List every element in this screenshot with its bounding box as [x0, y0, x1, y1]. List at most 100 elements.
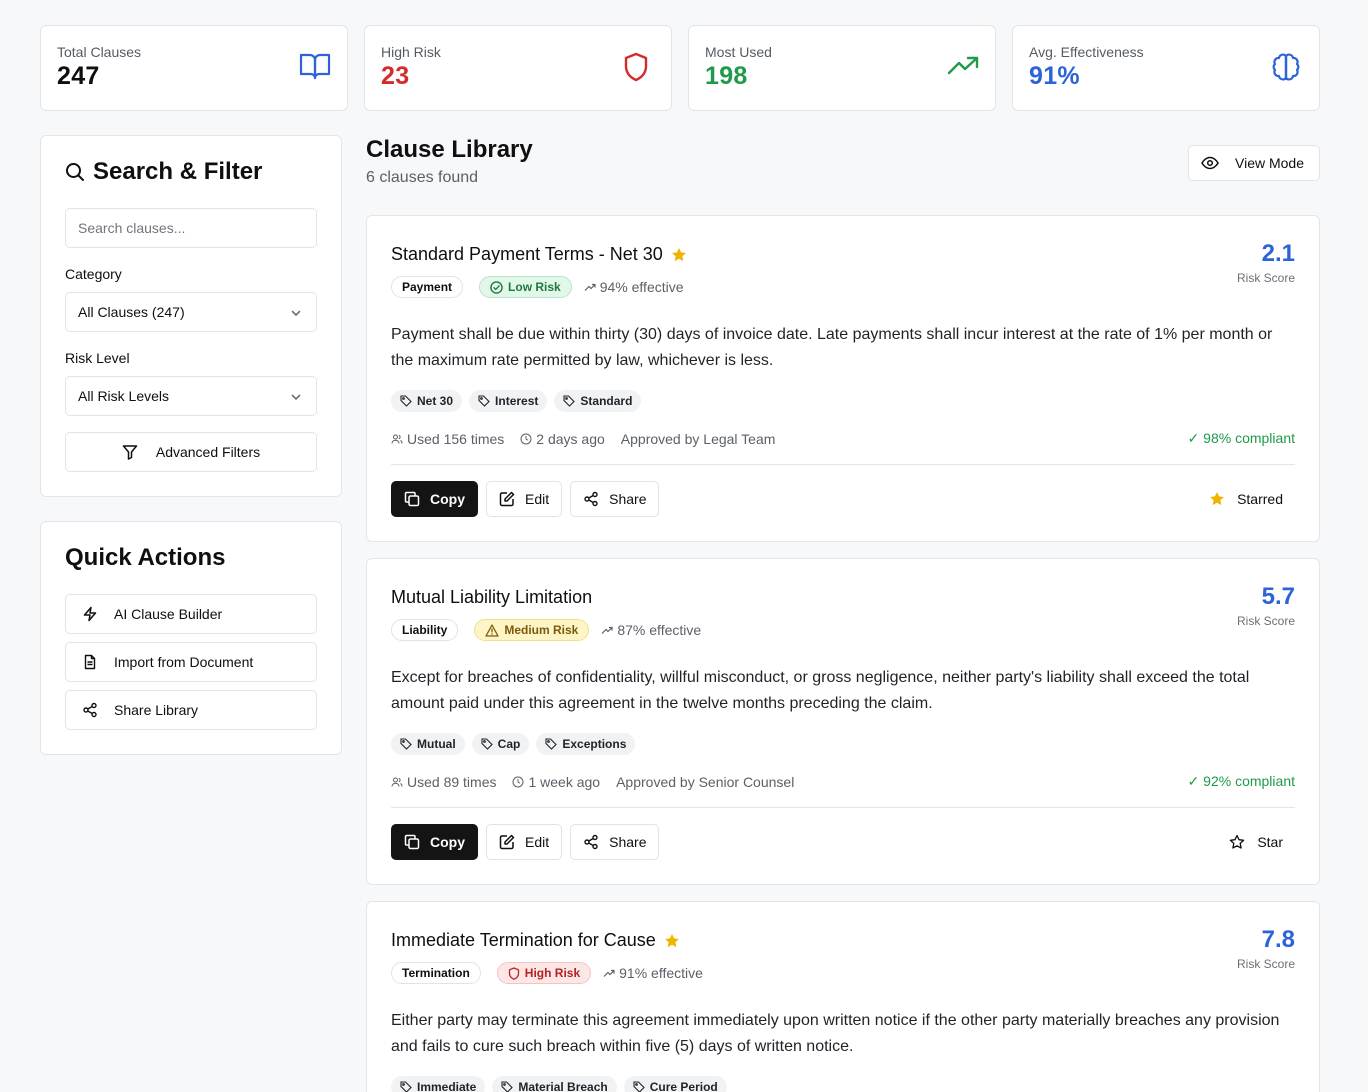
share-icon — [82, 702, 98, 718]
tag: Standard — [554, 390, 642, 412]
clause-text: Payment shall be due within thirty (30) … — [391, 326, 1273, 369]
edit-label: Edit — [525, 491, 550, 507]
advanced-filters-button[interactable]: Advanced Filters — [65, 432, 317, 472]
copy-label: Copy — [430, 834, 465, 850]
advanced-filters-label: Advanced Filters — [155, 444, 261, 460]
share-label: Share — [609, 491, 647, 507]
clause-meta: Used 156 times 2 days ago Approved by Le… — [391, 430, 1295, 447]
category-value: All Clauses (247) — [78, 304, 185, 320]
tag: Mutual — [391, 733, 465, 755]
effectiveness-text: 91% effective — [619, 965, 703, 981]
stat-label: Most Used — [705, 44, 772, 60]
clause-badges: Termination High Risk 91% effective — [391, 962, 703, 984]
chevron-down-icon — [290, 307, 302, 319]
zap-icon — [82, 606, 98, 622]
users-icon — [391, 433, 403, 445]
edit-button[interactable]: Edit — [486, 824, 563, 860]
stat-label: Avg. Effectiveness — [1029, 44, 1144, 60]
copy-button[interactable]: Copy — [391, 481, 478, 517]
trending-up-icon — [947, 56, 979, 76]
risk-level-select[interactable]: All Risk Levels — [65, 376, 317, 416]
risk-score-value: 7.8 — [1261, 926, 1295, 953]
clause-card: Mutual Liability Limitation 5.7 Risk Sco… — [366, 558, 1320, 885]
compliance-status: ✓ 98% compliant — [1187, 430, 1295, 446]
share-library-button[interactable]: Share Library — [65, 690, 317, 730]
brain-icon — [1271, 52, 1301, 82]
clause-title[interactable]: Immediate Termination for Cause — [391, 930, 680, 951]
star-toggle-button[interactable]: Star — [1229, 834, 1295, 850]
trending-up-icon — [603, 968, 615, 978]
clause-badges: Payment Low Risk 94% effective — [391, 276, 684, 298]
clause-tags: Mutual Cap Exceptions — [391, 733, 636, 755]
tag: Immediate — [391, 1076, 486, 1092]
tag: Cap — [471, 733, 530, 755]
clause-badges: Liability Medium Risk 87% effective — [391, 619, 701, 641]
tag-label: Exceptions — [562, 737, 627, 751]
clause-card: Immediate Termination for Cause 7.8 Risk… — [366, 901, 1320, 1092]
tag-icon — [545, 738, 558, 750]
search-filter-panel: Search & Filter Search clauses... Catego… — [40, 135, 342, 497]
risk-level-label: Risk Level — [65, 350, 130, 366]
search-input[interactable]: Search clauses... — [65, 208, 317, 248]
page-title: Clause Library — [366, 136, 533, 163]
import-from-document-button[interactable]: Import from Document — [65, 642, 317, 682]
stat-value: 23 — [381, 62, 410, 90]
clause-title[interactable]: Mutual Liability Limitation — [391, 587, 592, 608]
clause-card: Standard Payment Terms - Net 30 2.1 Risk… — [366, 215, 1320, 542]
clause-title-text: Standard Payment Terms - Net 30 — [391, 244, 663, 264]
stat-label: Total Clauses — [57, 44, 142, 60]
category-select[interactable]: All Clauses (247) — [65, 292, 317, 332]
compliance-status: ✓ 92% compliant — [1187, 773, 1295, 789]
risk-score-label: Risk Score — [1236, 271, 1295, 285]
tag-label: Mutual — [417, 737, 456, 751]
clause-title-text: Mutual Liability Limitation — [391, 587, 593, 607]
alert-triangle-icon — [485, 623, 499, 637]
clause-title[interactable]: Standard Payment Terms - Net 30 — [391, 244, 687, 265]
clock-icon — [512, 776, 524, 788]
risk-score: 7.8 Risk Score — [1237, 926, 1295, 971]
stat-card-total-clauses: Total Clauses 247 — [40, 25, 348, 111]
check-circle-icon — [490, 280, 503, 294]
file-text-icon — [82, 654, 98, 670]
risk-badge: Medium Risk — [474, 619, 590, 641]
tag: Material Breach — [492, 1076, 617, 1092]
divider — [391, 807, 1295, 808]
effectiveness: 87% effective — [601, 622, 701, 638]
risk-score-value: 5.7 — [1261, 583, 1295, 610]
eye-icon — [1201, 156, 1219, 170]
risk-score-label: Risk Score — [1236, 957, 1295, 971]
tag-icon — [400, 738, 412, 750]
approved-by: Approved by Senior Counsel — [616, 773, 795, 790]
risk-badge: Low Risk — [479, 276, 572, 298]
risk-badge-label: Low Risk — [508, 280, 561, 294]
effectiveness-text: 87% effective — [617, 622, 702, 638]
share-button[interactable]: Share — [570, 481, 660, 517]
clause-tags: Immediate Material Breach Cure Period — [391, 1076, 727, 1092]
view-mode-button[interactable]: View Mode — [1188, 145, 1320, 181]
search-icon — [65, 162, 85, 182]
tag-label: Cap — [497, 737, 521, 751]
tag-label: Net 30 — [417, 394, 454, 408]
effectiveness-text: 94% effective — [599, 279, 684, 295]
usage-text: Used 156 times — [407, 430, 505, 447]
star-label: Star — [1257, 834, 1283, 850]
clause-tags: Net 30 Interest Standard — [391, 390, 642, 412]
risk-badge-label: High Risk — [524, 966, 581, 980]
copy-button[interactable]: Copy — [391, 824, 478, 860]
effectiveness: 94% effective — [584, 279, 684, 295]
quick-action-label: Import from Document — [114, 654, 254, 670]
edit-button[interactable]: Edit — [486, 481, 563, 517]
tag-label: Interest — [495, 394, 539, 408]
star-toggle-button[interactable]: Starred — [1209, 491, 1295, 507]
edit-label: Edit — [525, 834, 550, 850]
share-button[interactable]: Share — [570, 824, 660, 860]
share-icon — [583, 491, 599, 507]
share-label: Share — [609, 834, 647, 850]
risk-score: 5.7 Risk Score — [1237, 583, 1295, 628]
ai-clause-builder-button[interactable]: AI Clause Builder — [65, 594, 317, 634]
stat-value: 247 — [57, 62, 100, 90]
tag-label: Material Breach — [518, 1080, 608, 1092]
stat-card-most-used: Most Used 198 — [688, 25, 996, 111]
star-label: Starred — [1237, 491, 1283, 507]
star-filled-icon — [1209, 491, 1225, 507]
